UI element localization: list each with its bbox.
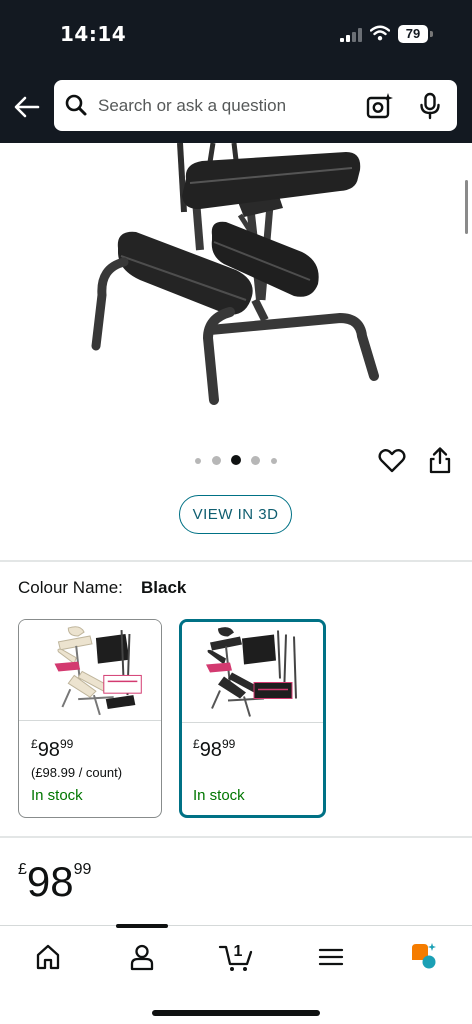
- price-fraction: 99: [73, 861, 92, 878]
- rufus-assistant-icon[interactable]: [408, 942, 438, 972]
- search-header: [0, 70, 472, 143]
- pagination-dot[interactable]: [251, 456, 260, 465]
- beige-chair-thumbnail: [19, 620, 161, 721]
- scroll-indicator[interactable]: [465, 180, 468, 234]
- camera-search-icon[interactable]: [366, 92, 394, 120]
- back-arrow-icon[interactable]: [12, 92, 42, 122]
- price-fraction: 99: [221, 737, 236, 751]
- pagination-dot-active[interactable]: [231, 455, 241, 465]
- cart-count: 1: [234, 943, 243, 960]
- cart-icon[interactable]: 1: [218, 942, 254, 972]
- colour-name-value: Black: [141, 578, 187, 597]
- price-whole: 98: [37, 739, 60, 761]
- option-availability: In stock: [31, 787, 83, 804]
- bottom-navigation: 1: [0, 924, 472, 1024]
- option-price: £9899: [193, 737, 235, 762]
- option-price: £9899: [31, 737, 73, 762]
- menu-icon[interactable]: [316, 942, 346, 972]
- colour-option-black[interactable]: £9899 In stock: [179, 619, 326, 818]
- colour-option-beige[interactable]: £9899 (£98.99 / count) In stock: [18, 619, 162, 818]
- pagination-dot[interactable]: [212, 456, 221, 465]
- search-box[interactable]: [54, 80, 457, 131]
- price-whole: 98: [26, 858, 74, 905]
- section-divider: [0, 836, 472, 838]
- colour-name-label: Colour Name:: [18, 578, 123, 597]
- share-icon[interactable]: [428, 446, 452, 474]
- search-icon: [65, 94, 87, 116]
- microphone-icon[interactable]: [418, 92, 442, 120]
- home-indicator: [152, 1010, 320, 1016]
- section-divider: [0, 560, 472, 562]
- battery-icon: 79: [398, 25, 428, 43]
- currency-symbol: £: [31, 737, 38, 751]
- wifi-icon: [370, 25, 390, 41]
- option-availability: In stock: [193, 787, 245, 804]
- search-input[interactable]: [98, 80, 348, 131]
- active-tab-indicator: [116, 924, 168, 928]
- pagination-dot[interactable]: [195, 458, 201, 464]
- image-pagination-dots[interactable]: [190, 455, 290, 467]
- option-unit-price: (£98.99 / count): [31, 765, 123, 780]
- account-icon[interactable]: [127, 942, 157, 972]
- view-in-3d-button[interactable]: VIEW IN 3D: [179, 495, 292, 534]
- black-chair-thumbnail: [182, 622, 323, 723]
- status-time: 14:14: [60, 22, 127, 46]
- pagination-dot[interactable]: [271, 458, 277, 464]
- price-fraction: 99: [59, 737, 74, 751]
- cellular-signal-icon: [340, 28, 362, 42]
- status-bar: 14:14 79: [0, 0, 472, 70]
- product-image[interactable]: [0, 143, 472, 443]
- currency-symbol: £: [193, 737, 200, 751]
- home-icon[interactable]: [33, 942, 63, 972]
- product-price: £9899: [18, 858, 91, 908]
- currency-symbol: £: [18, 861, 27, 878]
- heart-icon[interactable]: [378, 448, 406, 474]
- price-whole: 98: [199, 739, 222, 761]
- battery-nub: [430, 31, 433, 37]
